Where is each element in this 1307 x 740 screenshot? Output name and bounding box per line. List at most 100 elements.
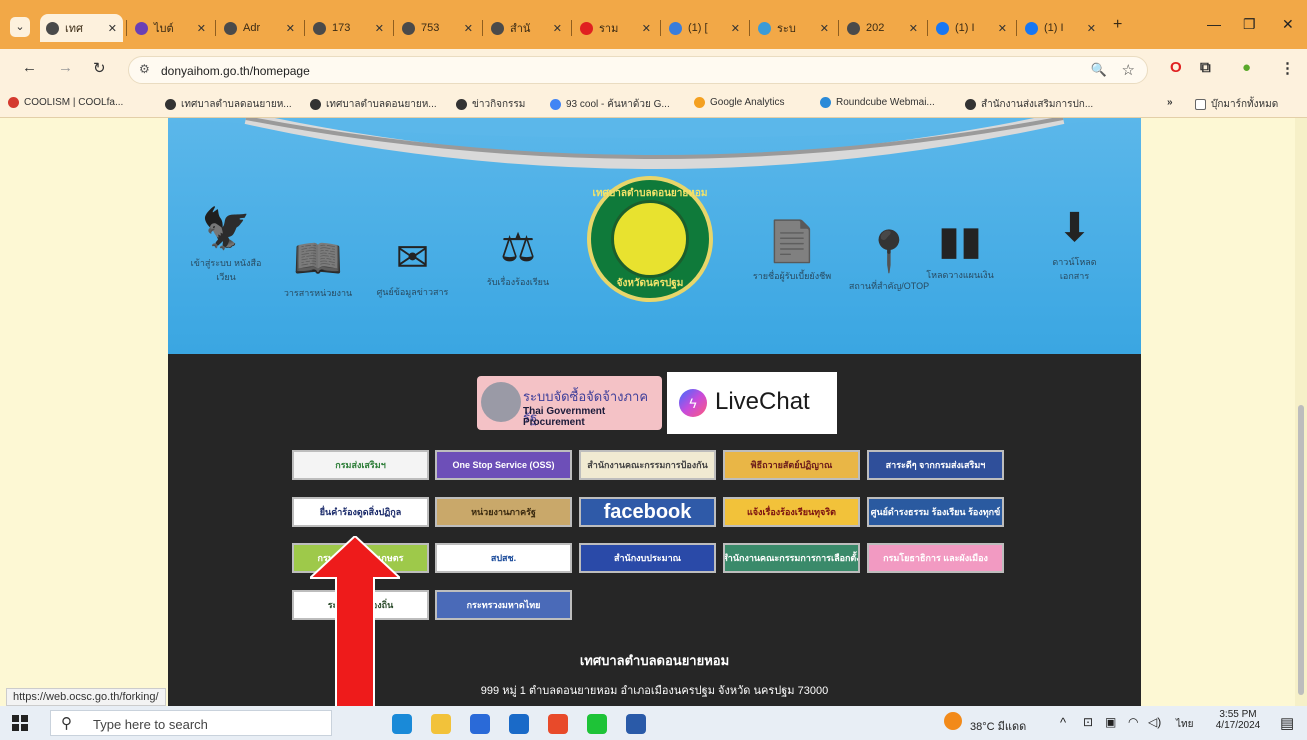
header-link-7[interactable]: ⬇ ดาวน์โหลด เอกสาร — [1042, 205, 1107, 283]
header-link-0[interactable]: 🦅 เข้าสู่ระบบ หนังสือเวียน — [190, 205, 262, 284]
bookmarks-more-button[interactable]: » — [1167, 97, 1173, 108]
opera-extension-icon[interactable]: O — [1170, 59, 1182, 76]
browser-tab[interactable]: 202 ✕ — [841, 14, 924, 42]
browser-tab[interactable]: Adr ✕ — [218, 14, 301, 42]
file-explorer-icon[interactable] — [431, 714, 451, 734]
input-language[interactable]: ไทย — [1176, 717, 1193, 732]
browser-tab[interactable]: (1) I ✕ — [930, 14, 1013, 42]
link-banner[interactable]: One Stop Service (OSS) — [435, 450, 572, 480]
link-banner[interactable]: แจ้งเรื่องร้องเรียนทุจริต — [723, 497, 860, 527]
tab-close-icon[interactable]: ✕ — [998, 22, 1007, 35]
site-info-icon[interactable]: ⚙ — [139, 62, 150, 76]
clock[interactable]: 3:55 PM 4/17/2024 — [1212, 709, 1264, 731]
volume-icon[interactable]: ◁) — [1148, 715, 1161, 729]
chrome-icon[interactable] — [548, 714, 568, 734]
link-banner[interactable]: กรมส่งเสริมฯ — [292, 450, 429, 480]
tab-close-icon[interactable]: ✕ — [642, 22, 651, 35]
tray-chevron-icon[interactable]: ^ — [1060, 715, 1066, 730]
link-banner[interactable]: กระทรวงมหาดไทย — [435, 590, 572, 620]
tab-close-icon[interactable]: ✕ — [909, 22, 918, 35]
link-banner[interactable]: สปสช. — [435, 543, 572, 573]
tab-close-icon[interactable]: ✕ — [1087, 22, 1096, 35]
scrollbar-thumb[interactable] — [1298, 405, 1304, 695]
tray-app-icon[interactable]: ⊡ — [1083, 715, 1093, 729]
municipality-seal[interactable]: เทศบาลตำบลดอนยายหอม จังหวัดนครปฐม — [587, 176, 713, 302]
tab-close-icon[interactable]: ✕ — [197, 22, 206, 35]
browser-tab[interactable]: ราม ✕ — [574, 14, 657, 42]
messenger-icon: ϟ — [679, 389, 707, 417]
weather-text[interactable]: 38°C มีแดด — [970, 717, 1026, 735]
link-banner[interactable]: สำนักงานคณะกรรมการการเลือกตั้ง — [723, 543, 860, 573]
bookmark-item[interactable]: COOLISM | COOLfa... — [8, 97, 123, 108]
browser-tab[interactable]: ระบ ✕ — [752, 14, 835, 42]
all-bookmarks-folder[interactable]: บุ๊กมาร์กทั้งหมด — [1195, 97, 1278, 112]
tab-close-icon[interactable]: ✕ — [731, 22, 740, 35]
address-bar[interactable]: ⚙ donyaihom.go.th/homepage 🔍 ☆ — [128, 56, 1148, 84]
forward-button[interactable]: → — [58, 59, 73, 76]
link-banner[interactable]: กรมโยธาธิการ และผังเมือง — [867, 543, 1004, 573]
header-link-1[interactable]: 📖 วารสารหน่วยงาน — [283, 235, 353, 300]
store-icon[interactable] — [470, 714, 490, 734]
menu-icon[interactable]: ⋮ — [1280, 59, 1295, 77]
extensions-icon[interactable]: ⧉ — [1200, 59, 1211, 76]
browser-tab[interactable]: ไบต์ ✕ — [129, 14, 212, 42]
bookmark-item[interactable]: เทศบาลตำบลดอนยายห... — [165, 97, 292, 112]
link-banner[interactable]: พิธีถวายสัตย์ปฏิญาณ — [723, 450, 860, 480]
link-banner[interactable]: สาระดีๆ จากกรมส่งเสริมฯ — [867, 450, 1004, 480]
header-link-2[interactable]: ✉ ศูนย์ข้อมูลข่าวสาร — [365, 235, 460, 299]
browser-tab[interactable]: สำนั ✕ — [485, 14, 568, 42]
bookmark-star-icon[interactable]: ☆ — [1122, 61, 1135, 79]
tab-close-icon[interactable]: ✕ — [464, 22, 473, 35]
bookmark-item[interactable]: เทศบาลตำบลดอนยายห... — [310, 97, 437, 112]
wifi-icon[interactable]: ◠ — [1128, 715, 1138, 729]
bookmark-item[interactable]: สำนักงานส่งเสริมการปก... — [965, 97, 1093, 112]
windows-start-icon[interactable] — [12, 715, 28, 731]
back-button[interactable]: ← — [22, 59, 37, 76]
link-banner[interactable]: ยื่นคำร้องดูดสิ่งปฏิกูล — [292, 497, 429, 527]
notification-icon[interactable]: ▤ — [1280, 714, 1294, 732]
browser-tab[interactable]: เทศ ✕ — [40, 14, 123, 42]
bookmarks-bar: COOLISM | COOLfa... เทศบาลตำบลดอนยายห... เ… — [0, 91, 1307, 118]
mail-app-icon[interactable] — [509, 714, 529, 734]
taskbar-search-box[interactable]: ⚲ Type here to search — [50, 710, 332, 736]
bookmark-item[interactable]: 93 cool - ค้นหาด้วย G... — [550, 97, 670, 112]
header-link-5[interactable]: 📍 สถานที่สำคัญ/OTOP — [848, 228, 930, 293]
profile-avatar-icon[interactable]: ● — [1242, 59, 1251, 76]
bookmark-favicon-icon — [8, 97, 19, 108]
tab-close-icon[interactable]: ✕ — [286, 22, 295, 35]
minimize-button[interactable]: — — [1207, 16, 1221, 32]
tab-close-icon[interactable]: ✕ — [375, 22, 384, 35]
header-link-4[interactable]: 📄 รายชื่อผู้รับเบี้ยยังชีพ — [752, 218, 832, 283]
tab-search-button[interactable]: ⌄ — [10, 17, 30, 37]
word-icon[interactable] — [626, 714, 646, 734]
bookmark-item[interactable]: ข่าวกิจกรรม — [456, 97, 525, 112]
header-link-6[interactable]: ▮▮ โหลดวางแผนเงิน — [920, 218, 1000, 282]
edge-icon[interactable] — [392, 714, 412, 734]
browser-tab[interactable]: (1) I ✕ — [1019, 14, 1102, 42]
link-banner[interactable]: ศูนย์ดำรงธรรม ร้องเรียน ร้องทุกข์ — [867, 497, 1004, 527]
browser-tab[interactable]: (1) [✕ — [663, 14, 746, 42]
tray-network-app-icon[interactable]: ▣ — [1105, 715, 1116, 729]
bookmark-item[interactable]: Roundcube Webmai... — [820, 97, 935, 108]
browser-tab[interactable]: 753 ✕ — [396, 14, 479, 42]
livechat-button[interactable]: ϟ LiveChat — [667, 372, 837, 434]
link-banner-label: One Stop Service (OSS) — [452, 460, 555, 470]
link-banner[interactable]: facebook — [579, 497, 716, 527]
link-banner[interactable]: สำนักงานคณะกรรมการป้องกัน — [579, 450, 716, 480]
link-banner[interactable]: หน่วยงานภาครัฐ — [435, 497, 572, 527]
tab-close-icon[interactable]: ✕ — [108, 22, 117, 35]
globe-icon — [847, 21, 860, 35]
restore-button[interactable]: ❐ — [1243, 16, 1256, 33]
browser-tab[interactable]: 173 ✕ — [307, 14, 390, 42]
bookmark-item[interactable]: Google Analytics — [694, 97, 785, 108]
procurement-banner[interactable]: ระบบจัดซื้อจัดจ้างภาครัฐ Thai Government… — [477, 376, 662, 430]
link-banner[interactable]: สำนักงบประมาณ — [579, 543, 716, 573]
close-window-button[interactable]: ✕ — [1282, 16, 1294, 33]
new-tab-button[interactable]: + — [1113, 16, 1122, 34]
tab-close-icon[interactable]: ✕ — [820, 22, 829, 35]
reload-button[interactable]: ↻ — [93, 59, 106, 77]
tab-close-icon[interactable]: ✕ — [553, 22, 562, 35]
zoom-icon[interactable]: 🔍 — [1091, 62, 1107, 78]
line-icon[interactable] — [587, 714, 607, 734]
header-link-3[interactable]: ⚖ รับเรื่องร้องเรียน — [478, 225, 558, 289]
